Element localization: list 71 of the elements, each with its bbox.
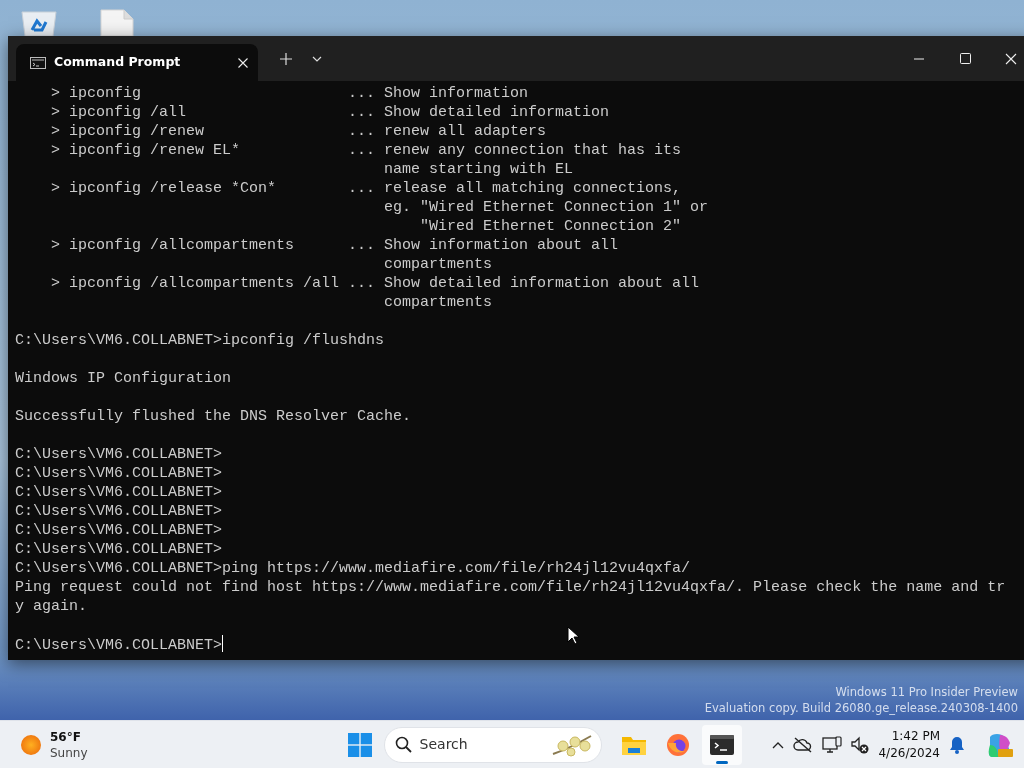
leader-dots: ...: [348, 179, 377, 199]
watermark-text: Windows 11 Pro Insider Preview: [834, 684, 1018, 700]
watermark-text: Evaluation copy. Build 26080.ge_release.240308-1400: [704, 700, 1018, 716]
description-line: Show detailed information about all: [384, 274, 700, 293]
description-line: release all matching connections,: [384, 179, 683, 198]
chevron-up-icon[interactable]: [772, 740, 785, 749]
bell-icon[interactable]: [949, 735, 965, 754]
time-text: 1:42 PM: [890, 727, 940, 745]
search-label: Search: [419, 735, 468, 754]
command-text: > ipconfig /all: [51, 103, 188, 122]
leader-dots: ...: [348, 103, 377, 122]
description-line: eg. "Wired Ethernet Connection 1" or: [384, 198, 709, 217]
date-text: 4/26/2024: [878, 744, 940, 762]
output-line: C:\Users\VM6.COLLABNET>: [15, 521, 224, 540]
minimize-icon: [914, 57, 924, 60]
command-prompt-icon: [30, 56, 46, 69]
recycle-bin-icon[interactable]: [20, 8, 58, 36]
weather-condition-text: Sunny: [50, 744, 88, 761]
taskbar-app-button[interactable]: [701, 724, 742, 765]
output-line: C:\Users\VM6.COLLABNET>ping https://www.mediafire.com/file/rh24jl12vu4qxfa/: [15, 559, 692, 578]
maximize-icon: [959, 53, 971, 64]
leader-dots: ...: [348, 236, 377, 256]
description-line: compartments: [384, 255, 494, 274]
output-line: Successfully flushed the DNS Resolver Cache.: [15, 407, 413, 426]
description-line: Show information about all: [384, 236, 619, 255]
tab-close-button[interactable]: [238, 57, 248, 68]
monitor-icon[interactable]: [822, 735, 843, 754]
command-text: > ipconfig /renew EL*: [51, 141, 242, 161]
terminal-icon: [709, 734, 734, 755]
windows-logo-icon: [347, 732, 372, 757]
tab-title: Command Prompt: [54, 53, 181, 72]
description-line: "Wired Ethernet Connection 2": [419, 217, 683, 236]
close-icon: [1005, 52, 1017, 65]
leader-dots: ...: [348, 141, 377, 161]
description-line: name starting with EL: [384, 160, 575, 179]
output-line: C:\Users\VM6.COLLABNET>: [15, 445, 224, 464]
chevron-down-icon: [312, 56, 322, 62]
prompt-line: C:\Users\VM6.COLLABNET>: [15, 637, 223, 654]
cloud-off-icon[interactable]: [793, 736, 814, 753]
command-text: > ipconfig /release *Con*: [51, 179, 278, 199]
leader-dots: ...: [348, 84, 377, 103]
output-line: Windows IP Configuration: [15, 369, 233, 388]
speaker-muted-icon[interactable]: [851, 735, 870, 754]
output-line: Ping request could not find host https://www.mediafire.com/file/rh24jl12vu4qxfa/. Please check the name and tr: [15, 578, 1007, 597]
leader-dots: ...: [348, 274, 377, 294]
command-text: > ipconfig /renew: [51, 122, 206, 141]
leader-dots: ...: [348, 122, 377, 141]
plus-icon: [280, 53, 292, 65]
terminal-tab[interactable]: Command Prompt: [16, 44, 258, 81]
output-line: C:\Users\VM6.COLLABNET>: [15, 502, 224, 521]
search-icon: [394, 736, 412, 753]
command-text: > ipconfig /allcompartments /all: [51, 274, 341, 294]
search-box[interactable]: Search: [383, 726, 602, 763]
description-line: Show information: [384, 84, 529, 103]
command-text: > ipconfig: [51, 84, 142, 103]
command-text: > ipconfig /allcompartments: [51, 236, 296, 256]
description-line: renew any connection that has its: [384, 141, 682, 160]
description-line: renew all adapters: [384, 122, 547, 141]
description-line: compartments: [384, 293, 494, 312]
fox-globe-icon: [665, 732, 690, 757]
sun-icon[interactable]: [20, 733, 42, 756]
description-line: Show detailed information: [384, 103, 610, 122]
mouse-pointer-icon: [567, 626, 579, 645]
output-line: C:\Users\VM6.COLLABNET>: [15, 464, 224, 483]
output-line: C:\Users\VM6.COLLABNET>: [15, 540, 224, 559]
temperature-text: 56°F: [50, 728, 82, 745]
output-line: C:\Users\VM6.COLLABNET>: [15, 483, 224, 502]
close-icon: [238, 57, 248, 68]
output-line: y again.: [15, 597, 88, 616]
output-line: C:\Users\VM6.COLLABNET>ipconfig /flushdns: [15, 331, 386, 350]
clock[interactable]: 1:42 PM 4/26/2024: [878, 727, 940, 762]
